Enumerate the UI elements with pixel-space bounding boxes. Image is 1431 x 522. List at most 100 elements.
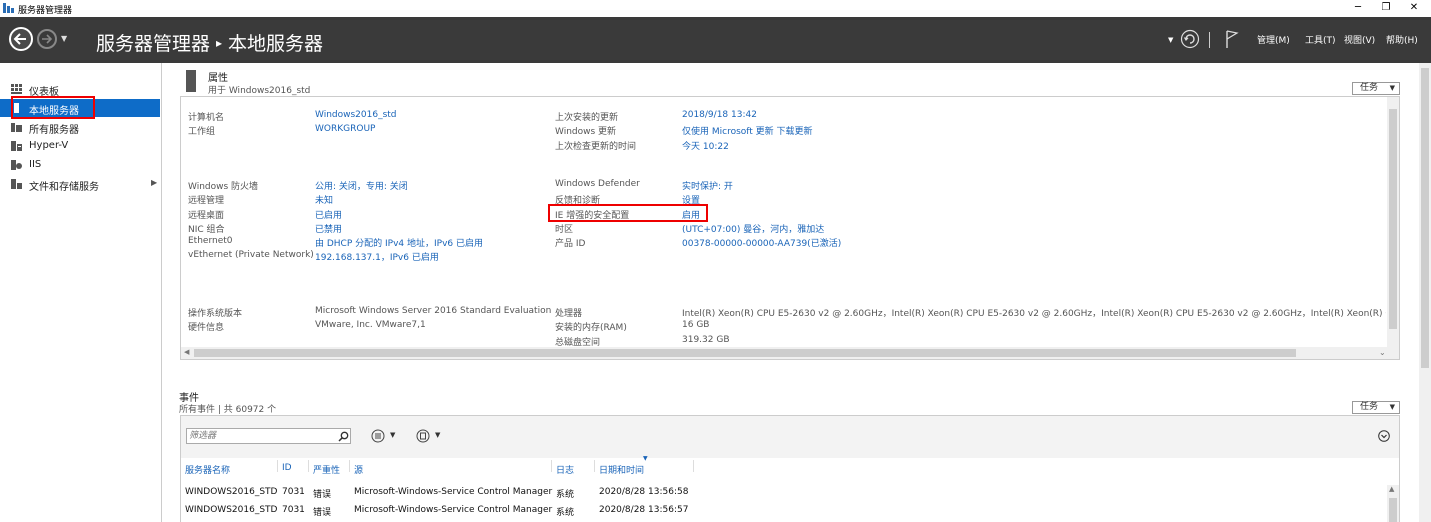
events-vertical-scrollbar[interactable]: ▲	[1387, 485, 1399, 522]
prop-value-link[interactable]: 公用: 关闭，专用: 关闭	[315, 179, 408, 192]
prop-value-link[interactable]: 2018/9/18 13:42	[682, 110, 757, 120]
scrollbar-thumb[interactable]	[1421, 68, 1429, 368]
column-header-id[interactable]: ID	[282, 463, 292, 473]
prop-key: 产品 ID	[555, 239, 586, 249]
breadcrumb-current: 本地服务器	[228, 33, 324, 55]
menu-manage[interactable]: 管理(M)	[1257, 33, 1290, 46]
column-divider[interactable]	[308, 460, 309, 472]
forward-button[interactable]	[37, 29, 57, 49]
column-header-source[interactable]: 源	[354, 463, 363, 476]
menu-tools[interactable]: 工具(T)	[1305, 33, 1336, 46]
events-tasks-button[interactable]: 任务 ▼	[1352, 401, 1400, 414]
sidebar-item-iis[interactable]: IIS	[0, 156, 160, 174]
chevron-down-icon[interactable]: ▼	[435, 431, 440, 439]
highlight-box-ie-esc	[548, 204, 708, 222]
scroll-up-icon[interactable]: ▲	[1389, 485, 1394, 493]
prop-value-link[interactable]: 192.168.137.1，IPv6 已启用	[315, 250, 439, 263]
filter-input[interactable]	[189, 430, 329, 442]
properties-vertical-scrollbar[interactable]	[1387, 97, 1399, 347]
tasks-label: 任务	[1360, 83, 1379, 93]
sidebar-item-label: 文件和存储服务	[29, 182, 99, 193]
cell-server: WINDOWS2016_STD	[185, 505, 278, 515]
title-bar: 服务器管理器 ─ ❐ ✕	[0, 0, 1431, 17]
scrollbar-thumb[interactable]	[1389, 109, 1397, 329]
close-button[interactable]: ✕	[1400, 1, 1428, 15]
hyperv-icon	[11, 141, 22, 151]
column-divider[interactable]	[551, 460, 552, 472]
prop-value-link[interactable]: WORKGROUP	[315, 124, 375, 134]
restore-button[interactable]: ❐	[1372, 1, 1400, 15]
history-dropdown-icon[interactable]: ▼	[61, 34, 67, 43]
prop-key: 上次安装的更新	[555, 113, 619, 123]
column-header-datetime[interactable]: 日期和时间	[599, 463, 644, 476]
breadcrumb-root[interactable]: 服务器管理器	[96, 33, 210, 55]
menu-view[interactable]: 视图(V)	[1344, 33, 1375, 46]
prop-key: 安装的内存(RAM)	[555, 323, 627, 333]
cell-id: 7031	[282, 487, 305, 497]
minimize-button[interactable]: ─	[1344, 1, 1372, 15]
main-vertical-scrollbar[interactable]	[1419, 63, 1431, 522]
prop-value: 16 GB	[682, 320, 710, 330]
chevron-right-icon[interactable]: ▶	[151, 178, 157, 187]
column-header-server[interactable]: 服务器名称	[185, 463, 230, 476]
chevron-down-icon: ▼	[1389, 403, 1395, 411]
breadcrumb: 服务器管理器 ▸ 本地服务器	[96, 29, 323, 56]
prop-value-link[interactable]: 仅使用 Microsoft 更新 下载更新	[682, 124, 813, 137]
dashboard-icon	[11, 84, 22, 94]
cell-severity: 错误	[313, 490, 332, 500]
column-divider[interactable]	[277, 460, 278, 472]
notification-flag-icon[interactable]	[1224, 29, 1240, 49]
sidebar-item-hyperv[interactable]: Hyper-V	[0, 137, 160, 155]
prop-value-link[interactable]: 已启用	[315, 208, 342, 221]
prop-value-link[interactable]: 00378-00000-00000-AA739(已激活)	[682, 236, 841, 249]
prop-key: Windows Defender	[555, 179, 640, 189]
column-header-log[interactable]: 日志	[556, 463, 574, 476]
prop-value: Microsoft Windows Server 2016 Standard E…	[315, 306, 552, 316]
prop-value-link[interactable]: (UTC+07:00) 曼谷，河内，雅加达	[682, 222, 824, 235]
properties-horizontal-scrollbar[interactable]: ◀ ⌄	[181, 347, 1399, 359]
chevron-down-icon: ▼	[1389, 84, 1395, 92]
sort-descending-icon: ▼	[643, 455, 648, 462]
column-divider[interactable]	[693, 460, 694, 472]
column-header-severity[interactable]: 严重性	[313, 463, 340, 476]
prop-value-link[interactable]: 未知	[315, 193, 333, 206]
sidebar-item-all-servers[interactable]: 所有服务器	[0, 118, 160, 136]
cell-log: 系统	[556, 490, 575, 500]
column-divider[interactable]	[594, 460, 595, 472]
refresh-dropdown-icon[interactable]: ▼	[1168, 36, 1173, 44]
column-divider[interactable]	[349, 460, 350, 472]
scroll-down-icon[interactable]: ⌄	[1379, 348, 1386, 357]
refresh-icon[interactable]	[1180, 29, 1200, 49]
prop-value-link[interactable]: 已禁用	[315, 222, 342, 235]
prop-value-link[interactable]: 由 DHCP 分配的 IPv4 地址，IPv6 已启用	[315, 236, 483, 249]
highlight-box-local-server	[11, 96, 95, 119]
scroll-left-icon[interactable]: ◀	[184, 348, 189, 356]
properties-tasks-button[interactable]: 任务 ▼	[1352, 82, 1400, 95]
sidebar-item-label: 所有服务器	[29, 125, 79, 136]
scrollbar-thumb[interactable]	[1389, 498, 1397, 522]
sidebar-item-file-storage[interactable]: 文件和存储服务 ▶	[0, 175, 160, 193]
prop-key: 远程桌面	[188, 211, 225, 221]
sidebar-item-label: IIS	[29, 159, 42, 170]
filter-field[interactable]	[186, 428, 351, 444]
chevron-down-icon[interactable]: ▼	[390, 431, 395, 439]
prop-key: 处理器	[555, 309, 583, 319]
save-query-icon[interactable]	[416, 429, 430, 443]
expand-icon[interactable]	[1378, 430, 1390, 442]
prop-value: VMware, Inc. VMware7,1	[315, 320, 426, 330]
prop-key: vEthernet (Private Network)	[188, 250, 314, 260]
back-button[interactable]	[9, 27, 33, 51]
prop-key: Windows 防火墙	[188, 182, 259, 192]
server-manager-icon	[3, 3, 14, 13]
prop-key: 硬件信息	[188, 323, 225, 333]
properties-subtitle: 用于 Windows2016_std	[208, 86, 311, 96]
scrollbar-thumb[interactable]	[194, 349, 1296, 357]
prop-value-link[interactable]: Windows2016_std	[315, 110, 397, 120]
list-options-icon[interactable]	[371, 429, 385, 443]
prop-key: Windows 更新	[555, 127, 617, 137]
menu-help[interactable]: 帮助(H)	[1386, 33, 1418, 46]
prop-value-link[interactable]: 今天 10:22	[682, 139, 729, 152]
search-icon[interactable]	[338, 431, 349, 442]
prop-value: Intel(R) Xeon(R) CPU E5-2630 v2 @ 2.60GH…	[682, 309, 1386, 319]
prop-value-link[interactable]: 实时保护: 开	[682, 179, 733, 192]
